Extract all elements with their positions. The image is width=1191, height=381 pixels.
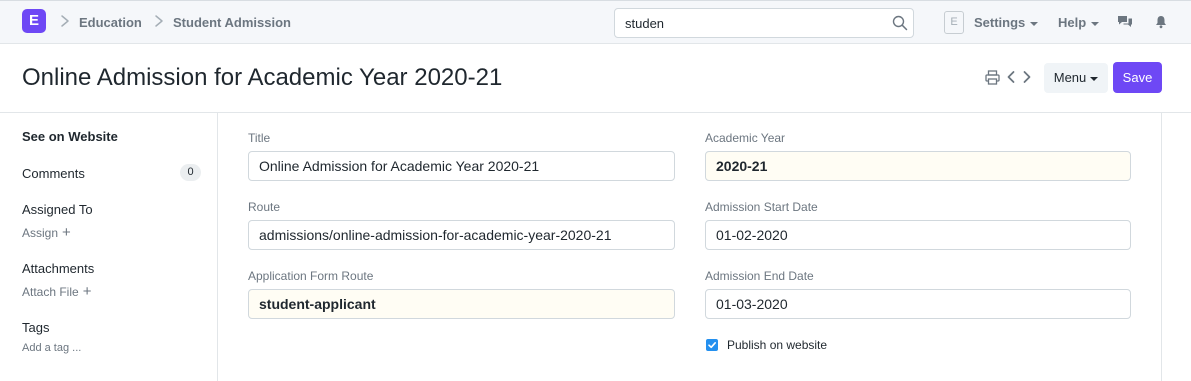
academic-year-label: Academic Year [705,131,786,145]
caret-down-icon [1030,21,1039,26]
admission-start-date-field[interactable] [705,220,1131,250]
plus-icon: + [62,224,71,241]
attachments-label: Attachments [22,261,95,276]
assign-action[interactable]: Assign + [22,224,71,241]
print-icon[interactable] [985,70,1000,85]
search-bar[interactable] [614,8,914,38]
add-tag-action[interactable]: Add a tag ... [22,342,81,354]
admission-start-date-label: Admission Start Date [705,200,818,214]
menu-button[interactable]: Menu [1044,63,1108,93]
previous-record-icon[interactable] [1006,69,1016,85]
comments-count-badge: 0 [180,164,201,181]
admission-end-date-field[interactable] [705,289,1131,319]
attach-file-label: Attach File [22,285,79,299]
chat-icon[interactable] [1117,14,1133,30]
search-icon[interactable] [892,15,908,31]
next-record-icon[interactable] [1022,69,1032,85]
comments-label[interactable]: Comments [22,166,85,181]
notification-bell-icon[interactable] [1153,14,1169,30]
help-label: Help [1058,15,1087,30]
attach-file-action[interactable]: Attach File + [22,283,91,300]
help-dropdown[interactable]: Help [1058,15,1100,30]
caret-down-icon [1090,76,1099,81]
see-on-website-link[interactable]: See on Website [22,129,118,144]
publish-on-website-label[interactable]: Publish on website [727,338,827,352]
plus-icon: + [82,283,92,300]
admission-end-date-label: Admission End Date [705,269,814,283]
checkmark-icon [708,342,716,349]
publish-on-website-checkbox[interactable] [706,339,718,351]
route-label: Route [248,200,281,214]
chevron-right-icon [155,15,163,27]
page-title: Online Admission for Academic Year 2020-… [22,64,503,91]
title-label: Title [248,131,271,145]
form-sidebar: See on Website Comments 0 Assigned To As… [0,113,217,381]
tags-label: Tags [22,320,50,335]
breadcrumb-education[interactable]: Education [79,15,142,30]
search-input[interactable] [625,16,875,31]
menu-label: Menu [1053,70,1087,85]
navbar: E Education Student Admission E Settings… [0,0,1191,44]
academic-year-field[interactable] [705,151,1131,181]
page-header: Online Admission for Academic Year 2020-… [0,44,1191,113]
assign-label: Assign [22,226,59,240]
title-field[interactable] [248,151,675,181]
settings-label: Settings [974,15,1026,30]
application-form-route-label: Application Form Route [248,269,374,283]
chevron-right-icon [61,15,69,27]
route-field[interactable] [248,220,675,250]
settings-dropdown[interactable]: Settings [974,15,1039,30]
app-logo[interactable]: E [22,9,46,33]
assigned-to-label: Assigned To [22,202,93,217]
user-avatar[interactable]: E [944,11,964,34]
breadcrumb-student-admission[interactable]: Student Admission [173,15,291,30]
application-form-route-field[interactable] [248,289,675,319]
caret-down-icon [1091,21,1100,26]
save-button[interactable]: Save [1113,62,1162,93]
